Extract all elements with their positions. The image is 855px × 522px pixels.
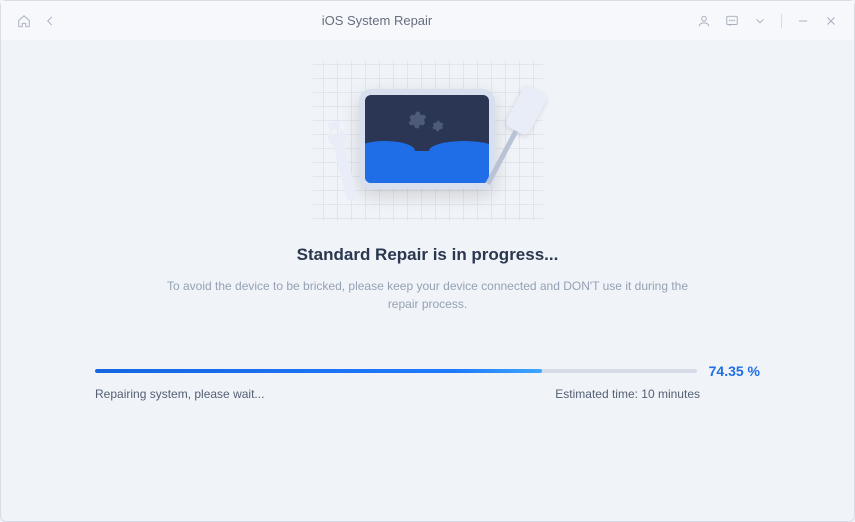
content-area: Standard Repair is in progress... To avo… bbox=[1, 41, 854, 521]
progress-percent: 74.35 % bbox=[709, 363, 760, 379]
separator bbox=[781, 14, 782, 28]
progress-eta-text: Estimated time: 10 minutes bbox=[555, 387, 700, 401]
chevron-down-icon[interactable] bbox=[751, 12, 769, 30]
repair-illustration bbox=[313, 61, 543, 221]
back-icon[interactable] bbox=[41, 12, 59, 30]
progress-subtext: To avoid the device to be bricked, pleas… bbox=[158, 277, 698, 313]
user-icon[interactable] bbox=[695, 12, 713, 30]
gears-icon bbox=[405, 109, 444, 133]
window-title: iOS System Repair bbox=[59, 13, 695, 28]
minimize-icon[interactable] bbox=[794, 12, 812, 30]
progress-status-text: Repairing system, please wait... bbox=[95, 387, 264, 401]
progress-heading: Standard Repair is in progress... bbox=[297, 245, 559, 265]
progress-fill bbox=[95, 369, 542, 373]
titlebar: iOS System Repair bbox=[1, 1, 854, 41]
home-icon[interactable] bbox=[15, 12, 33, 30]
close-icon[interactable] bbox=[822, 12, 840, 30]
progress-bar bbox=[95, 369, 697, 373]
feedback-icon[interactable] bbox=[723, 12, 741, 30]
